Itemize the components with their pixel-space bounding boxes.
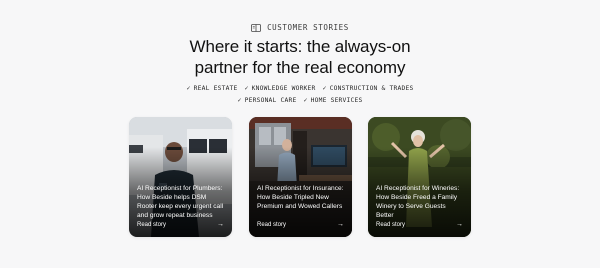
check-icon: ✓ [237, 96, 242, 104]
arrow-right-icon: → [456, 221, 463, 228]
section-eyebrow: CUSTOMER STORIES [0, 23, 600, 32]
story-footer: Read story → [376, 221, 463, 228]
story-card-plumbers[interactable]: AI Receptionist for Plumbers: How Beside… [129, 117, 232, 237]
read-story-link[interactable]: Read story [137, 222, 166, 228]
story-cards: AI Receptionist for Plumbers: How Beside… [129, 117, 472, 237]
read-story-link[interactable]: Read story [257, 222, 286, 228]
eyebrow-label: CUSTOMER STORIES [267, 23, 349, 32]
check-icon: ✓ [244, 84, 249, 92]
tag-knowledge-worker: ✓ KNOWLEDGE WORKER [244, 84, 316, 92]
industry-tags: ✓ REAL ESTATE ✓ KNOWLEDGE WORKER ✓ CONSTRUC… [0, 82, 600, 106]
check-icon: ✓ [186, 84, 191, 92]
story-footer: Read story → [257, 221, 344, 228]
story-card-wineries[interactable]: AI Receptionist for Wineries: How Beside… [368, 117, 471, 237]
page-title: Where it starts: the always-on partner f… [0, 36, 600, 78]
story-title: AI Receptionist for Wineries: How Beside… [376, 185, 460, 219]
arrow-right-icon: → [337, 221, 344, 228]
page-title-line2: partner for the real economy [194, 58, 406, 77]
check-icon: ✓ [322, 84, 327, 92]
arrow-right-icon: → [217, 221, 224, 228]
tag-row-2: ✓ PERSONAL CARE ✓ HOME SERVICES [0, 94, 600, 106]
page-title-line1: Where it starts: the always-on [189, 37, 411, 56]
read-story-link[interactable]: Read story [376, 222, 405, 228]
story-footer: Read story → [137, 221, 224, 228]
check-icon: ✓ [303, 96, 308, 104]
story-card-insurance[interactable]: AI Receptionist for Insurance: How Besid… [249, 117, 352, 237]
tag-real-estate: ✓ REAL ESTATE [186, 84, 238, 92]
story-title: AI Receptionist for Plumbers: How Beside… [137, 185, 224, 219]
tag-row-1: ✓ REAL ESTATE ✓ KNOWLEDGE WORKER ✓ CONSTRUC… [0, 82, 600, 94]
tag-home-services: ✓ HOME SERVICES [303, 96, 363, 104]
tag-personal-care: ✓ PERSONAL CARE [237, 96, 297, 104]
story-title: AI Receptionist for Insurance: How Besid… [257, 185, 344, 210]
book-icon [251, 23, 261, 32]
tag-construction-trades: ✓ CONSTRUCTION & TRADES [322, 84, 414, 92]
